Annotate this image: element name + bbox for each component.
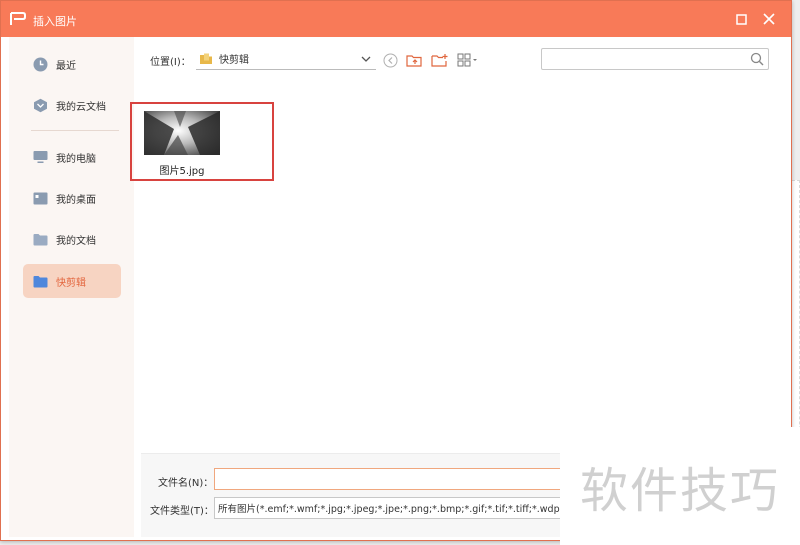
folder-icon bbox=[200, 53, 212, 64]
sidebar: 最近 我的云文档 我的电脑 我的桌面 我的文档 快剪辑 bbox=[9, 37, 134, 537]
folder-icon bbox=[32, 273, 48, 289]
clock-icon bbox=[32, 56, 48, 72]
back-arrow-icon bbox=[383, 53, 397, 67]
folder-icon bbox=[32, 231, 48, 247]
grid-view-icon bbox=[457, 53, 477, 67]
sidebar-item-desktop[interactable]: 我的桌面 bbox=[23, 181, 121, 215]
filetype-label: 文件类型(T)： bbox=[150, 506, 214, 517]
close-button[interactable] bbox=[759, 9, 779, 29]
filename-label: 文件名(N)： bbox=[158, 478, 214, 489]
back-button[interactable] bbox=[381, 51, 399, 69]
wps-logo-icon bbox=[10, 12, 26, 25]
search-input[interactable] bbox=[542, 49, 742, 69]
sidebar-item-my-computer[interactable]: 我的电脑 bbox=[23, 140, 121, 174]
desktop-icon bbox=[32, 190, 48, 206]
new-folder-button[interactable] bbox=[430, 51, 448, 69]
watermark-text: 软件技巧 bbox=[579, 463, 780, 519]
location-value: 快剪辑 bbox=[219, 55, 249, 66]
close-icon bbox=[763, 13, 775, 25]
search-icon[interactable] bbox=[750, 52, 764, 66]
watermark: 软件技巧 bbox=[560, 427, 800, 545]
folder-up-icon bbox=[405, 54, 422, 67]
maximize-button[interactable] bbox=[731, 9, 751, 29]
filename-input[interactable] bbox=[214, 468, 594, 490]
up-folder-button[interactable] bbox=[405, 51, 423, 69]
sidebar-item-label: 我的桌面 bbox=[56, 194, 96, 206]
cloud-doc-icon bbox=[32, 97, 48, 113]
location-label: 位置(I)： bbox=[150, 57, 191, 68]
filetype-select[interactable]: 所有图片(*.emf;*.wmf;*.jpg;*.jpeg;*.jpe;*.pn… bbox=[214, 497, 594, 519]
sidebar-item-label: 最近 bbox=[56, 60, 76, 72]
sidebar-item-label: 快剪辑 bbox=[56, 277, 86, 289]
location-dropdown[interactable]: 快剪辑 bbox=[196, 48, 376, 70]
view-mode-button[interactable] bbox=[456, 51, 480, 69]
sidebar-item-cloud-docs[interactable]: 我的云文档 bbox=[23, 88, 121, 122]
sidebar-item-recent[interactable]: 最近 bbox=[23, 47, 121, 81]
title-bar: 插入图片 bbox=[1, 1, 791, 37]
sidebar-item-kuaijianji[interactable]: 快剪辑 bbox=[23, 264, 121, 298]
new-folder-icon bbox=[430, 53, 447, 67]
computer-icon bbox=[32, 149, 48, 165]
maximize-icon bbox=[735, 13, 747, 25]
sidebar-item-my-documents[interactable]: 我的文档 bbox=[23, 222, 121, 256]
search-box bbox=[541, 48, 769, 70]
sidebar-item-label: 我的电脑 bbox=[56, 153, 96, 165]
chevron-down-icon bbox=[361, 56, 371, 62]
dialog-title: 插入图片 bbox=[33, 15, 77, 28]
sidebar-item-label: 我的文档 bbox=[56, 235, 96, 247]
sidebar-item-label: 我的云文档 bbox=[56, 101, 106, 113]
sidebar-divider bbox=[31, 130, 119, 131]
highlight-annotation-box bbox=[130, 102, 274, 181]
